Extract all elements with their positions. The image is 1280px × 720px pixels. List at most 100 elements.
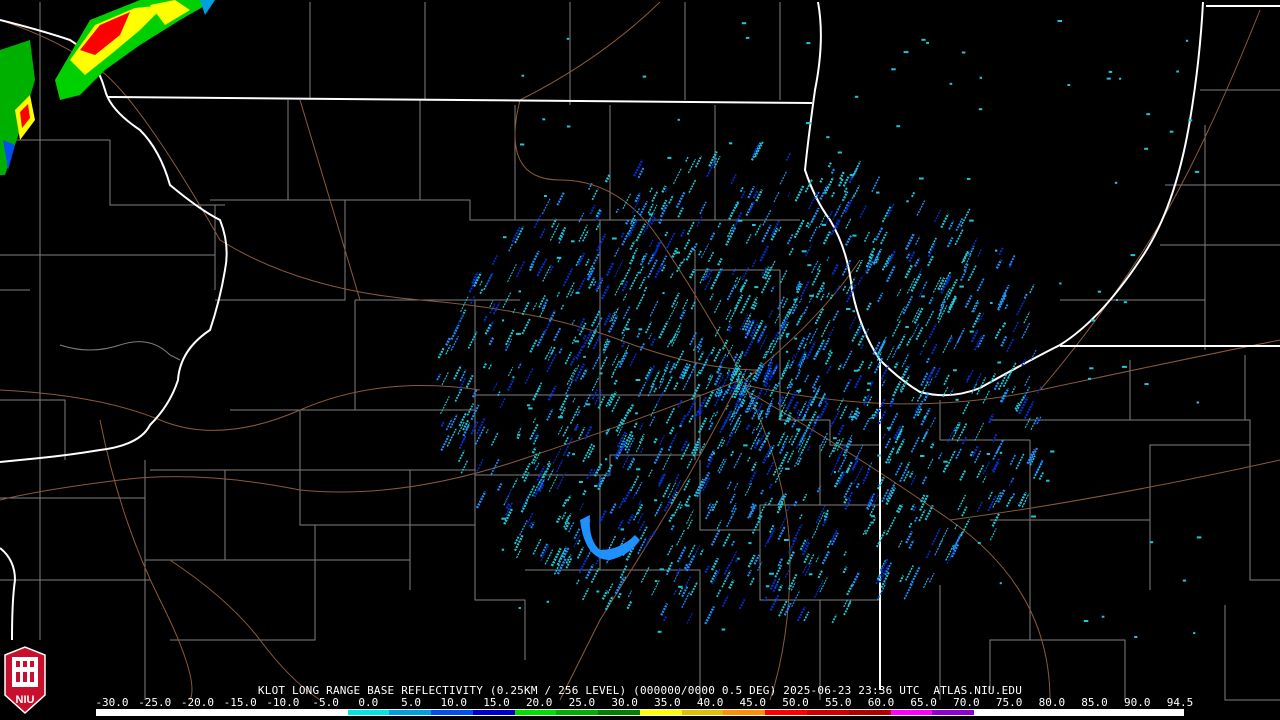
echo-streak bbox=[1012, 320, 1020, 333]
echo-streak bbox=[946, 449, 957, 467]
echo-streak bbox=[774, 577, 781, 589]
scale-cell bbox=[639, 710, 682, 715]
niu-logo: NIU bbox=[3, 645, 47, 715]
echo-streak bbox=[592, 353, 601, 370]
echo-streak bbox=[923, 429, 930, 439]
echo-speck bbox=[961, 51, 966, 54]
echo-streak bbox=[546, 460, 551, 466]
echo-streak bbox=[629, 240, 636, 251]
echo-streak bbox=[845, 461, 853, 473]
echo-streak bbox=[788, 434, 794, 444]
echo-speck bbox=[1114, 181, 1118, 184]
echo-streak bbox=[893, 361, 899, 369]
echo-streak bbox=[460, 295, 470, 313]
echo-streak bbox=[831, 614, 838, 624]
echo-streak bbox=[675, 191, 686, 209]
echo-streak bbox=[573, 527, 581, 540]
echo-streak bbox=[982, 460, 991, 475]
echo-streak bbox=[796, 409, 800, 415]
echo-streak bbox=[748, 504, 757, 518]
echo-streak bbox=[933, 209, 942, 223]
echo-streak bbox=[596, 233, 607, 252]
echo-speck bbox=[995, 249, 998, 252]
echo-streak bbox=[445, 344, 451, 355]
echo-streak bbox=[609, 502, 617, 514]
echo-streak bbox=[683, 563, 689, 570]
echo-speck bbox=[599, 372, 603, 375]
echo-speck bbox=[685, 504, 690, 507]
echo-streak bbox=[592, 252, 601, 265]
echo-speck bbox=[794, 337, 798, 340]
echo-speck bbox=[648, 213, 653, 216]
echo-streak bbox=[937, 277, 946, 291]
echo-streak bbox=[881, 379, 886, 387]
echo-streak bbox=[579, 502, 585, 511]
echo-speck bbox=[979, 76, 982, 79]
echo-speck bbox=[583, 355, 586, 358]
echo-streak bbox=[663, 360, 670, 372]
echo-speck bbox=[849, 174, 855, 177]
echo-streak bbox=[754, 223, 762, 236]
echo-streak bbox=[653, 437, 659, 444]
echo-streak bbox=[688, 414, 695, 423]
echo-speck bbox=[785, 467, 790, 470]
echo-streak bbox=[700, 243, 709, 259]
echo-speck bbox=[866, 388, 870, 391]
echo-streak bbox=[1038, 471, 1045, 481]
echo-streak bbox=[839, 404, 848, 420]
echo-streak bbox=[882, 432, 887, 439]
echo-streak bbox=[562, 437, 573, 457]
echo-streak bbox=[758, 441, 766, 452]
echo-streak bbox=[679, 504, 683, 510]
echo-speck bbox=[501, 548, 505, 551]
echo-streak bbox=[595, 277, 604, 291]
echo-streak bbox=[866, 396, 873, 407]
echo-streak bbox=[766, 460, 775, 476]
echo-streak bbox=[532, 302, 538, 310]
echo-streak bbox=[686, 509, 694, 525]
echo-speck bbox=[620, 528, 625, 531]
echo-streak bbox=[479, 280, 483, 286]
echo-streak bbox=[582, 334, 587, 340]
echo-streak bbox=[781, 359, 790, 376]
echo-streak bbox=[918, 509, 926, 522]
echo-streak bbox=[527, 511, 534, 524]
echo-speck bbox=[566, 37, 570, 40]
echo-streak bbox=[677, 207, 684, 218]
echo-streak bbox=[648, 469, 653, 477]
echo-speck bbox=[999, 451, 1003, 454]
echo-streak bbox=[862, 467, 872, 482]
echo-streak bbox=[1023, 292, 1029, 299]
echo-streak bbox=[488, 363, 493, 370]
echo-streak bbox=[829, 422, 834, 428]
echo-streak bbox=[751, 427, 756, 434]
echo-streak bbox=[928, 323, 938, 339]
echo-speck bbox=[906, 200, 909, 203]
echo-streak bbox=[475, 490, 487, 509]
echo-streak bbox=[683, 478, 691, 491]
echo-streak bbox=[915, 327, 924, 341]
echo-streak bbox=[874, 226, 884, 241]
echo-streak bbox=[710, 557, 720, 571]
echo-streak bbox=[794, 184, 805, 202]
echo-streak bbox=[774, 313, 781, 324]
echo-speck bbox=[594, 485, 598, 487]
echo-streak bbox=[663, 375, 674, 393]
echo-streak bbox=[837, 424, 845, 436]
echo-speck bbox=[1196, 401, 1200, 404]
echo-streak bbox=[586, 468, 593, 480]
echo-streak bbox=[585, 258, 590, 267]
echo-streak bbox=[884, 446, 896, 464]
echo-streak bbox=[750, 461, 758, 472]
echo-streak bbox=[590, 568, 600, 584]
echo-streak bbox=[608, 391, 618, 407]
clear-air-echoes bbox=[436, 20, 1202, 638]
echo-streak bbox=[857, 275, 864, 285]
echo-streak bbox=[514, 535, 520, 545]
echo-streak bbox=[479, 288, 484, 295]
echo-streak bbox=[947, 278, 958, 298]
scale-cell bbox=[264, 710, 306, 715]
echo-streak bbox=[635, 223, 647, 242]
echo-streak bbox=[826, 365, 832, 374]
echo-streak bbox=[626, 447, 631, 454]
